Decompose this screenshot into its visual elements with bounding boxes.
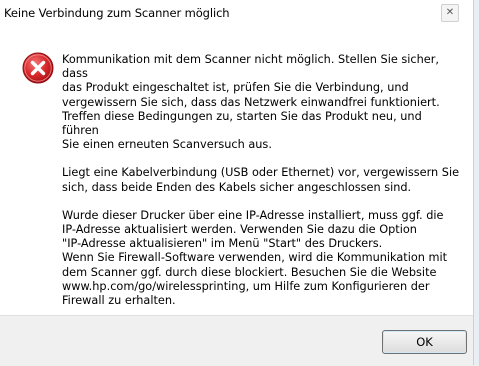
error-icon xyxy=(22,52,54,84)
message-paragraph-1: Kommunikation mit dem Scanner nicht mögl… xyxy=(62,53,440,152)
message-paragraph-3: Wurde dieser Drucker über eine IP-Adress… xyxy=(62,208,448,308)
error-message: Kommunikation mit dem Scanner nicht mögl… xyxy=(62,53,462,322)
window-title: Keine Verbindung zum Scanner möglich xyxy=(4,6,230,20)
window-border xyxy=(473,0,479,365)
title-bar: Keine Verbindung zum Scanner möglich ✕ xyxy=(0,0,479,27)
close-button[interactable]: ✕ xyxy=(441,4,459,22)
button-bar: OK xyxy=(0,315,479,366)
close-icon: ✕ xyxy=(445,7,455,18)
message-paragraph-2: Liegt eine Kabelverbindung (USB oder Eth… xyxy=(62,166,460,194)
ok-button[interactable]: OK xyxy=(382,330,467,354)
